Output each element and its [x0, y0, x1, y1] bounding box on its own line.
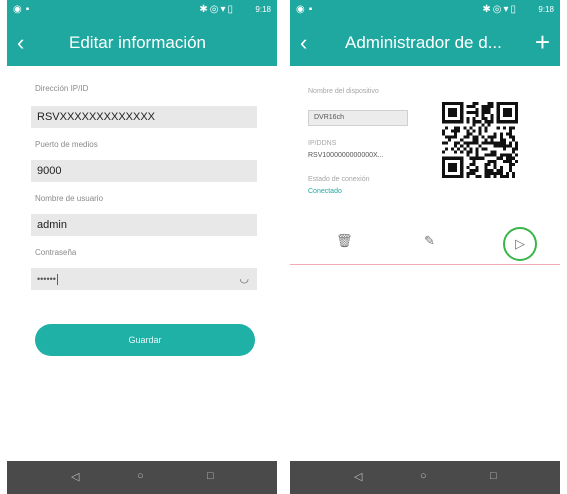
qr-code	[442, 102, 518, 178]
ip-id-label: Dirección IP/ID	[35, 84, 89, 93]
trash-icon[interactable]: 🗑	[336, 233, 353, 249]
page-title: Administrador de d...	[345, 33, 502, 52]
nav-recent-icon[interactable]: □	[207, 470, 214, 482]
username-label: Nombre de usuario	[35, 194, 104, 203]
nav-back-icon[interactable]: ◁	[71, 470, 79, 483]
text-cursor	[56, 274, 58, 286]
status-bar: ◉▪ ✱◎▾▯ 9:18	[7, 0, 277, 22]
back-icon[interactable]: ‹	[17, 30, 24, 56]
notification-icons: ◉▪	[13, 4, 34, 15]
toolbar: ‹ Editar información	[7, 22, 277, 66]
nav-recent-icon[interactable]: □	[490, 470, 497, 482]
play-icon[interactable]: ▷	[515, 236, 525, 252]
add-device-button[interactable]: +	[535, 28, 550, 56]
connection-status-label: Estado de conexión	[308, 176, 370, 183]
password-value: ••••••	[37, 274, 56, 284]
edit-form: Dirección IP/ID RSVXXXXXXXXXXXXX Puerto …	[7, 66, 277, 461]
play-button-highlight[interactable]: ▷	[503, 227, 537, 261]
ipid-value: RSV1000000000000X...	[308, 152, 384, 159]
save-button[interactable]: Guardar	[35, 324, 255, 356]
divider	[290, 264, 560, 265]
device-name-label: Nombre del dispositivo	[308, 88, 379, 95]
password-label: Contraseña	[35, 248, 77, 257]
signal-icons: ✱◎▾▯	[482, 4, 518, 15]
clock: 9:18	[538, 5, 554, 14]
password-field[interactable]: •••••• ◡	[31, 268, 257, 290]
android-nav-bar: ◁ ○ □	[290, 461, 560, 494]
status-bar: ◉▪ ✱◎▾▯ 9:18	[290, 0, 560, 22]
media-port-label: Puerto de medios	[35, 140, 98, 149]
page-title: Editar información	[69, 33, 207, 52]
device-actions: 🗑 ✎ ▷	[290, 226, 560, 261]
back-icon[interactable]: ‹	[300, 30, 307, 56]
nav-back-icon[interactable]: ◁	[354, 470, 362, 483]
eye-icon[interactable]: ◡	[239, 272, 249, 285]
signal-icons: ✱◎▾▯	[199, 4, 235, 15]
ipid-label: IP/DDNS	[308, 140, 337, 147]
connection-status-value: Conectado	[308, 188, 342, 195]
edit-info-screen: ◉▪ ✱◎▾▯ 9:18 ‹ Editar información Direcc…	[7, 0, 277, 494]
notification-icons: ◉▪	[296, 4, 317, 15]
nav-home-icon[interactable]: ○	[137, 470, 144, 482]
toolbar: ‹ Administrador de d... +	[290, 22, 560, 66]
device-manager-screen: ◉▪ ✱◎▾▯ 9:18 ‹ Administrador de d... + N…	[290, 0, 560, 494]
android-nav-bar: ◁ ○ □	[7, 461, 277, 494]
media-port-field[interactable]: 9000	[31, 160, 257, 182]
device-name-value: DVR16ch	[308, 110, 408, 126]
ip-id-field[interactable]: RSVXXXXXXXXXXXXX	[31, 106, 257, 128]
nav-home-icon[interactable]: ○	[420, 470, 427, 482]
edit-icon[interactable]: ✎	[424, 233, 435, 249]
device-list: Nombre del dispositivo DVR16ch IP/DDNS R…	[290, 66, 560, 461]
clock: 9:18	[255, 5, 271, 14]
username-field[interactable]: admin	[31, 214, 257, 236]
